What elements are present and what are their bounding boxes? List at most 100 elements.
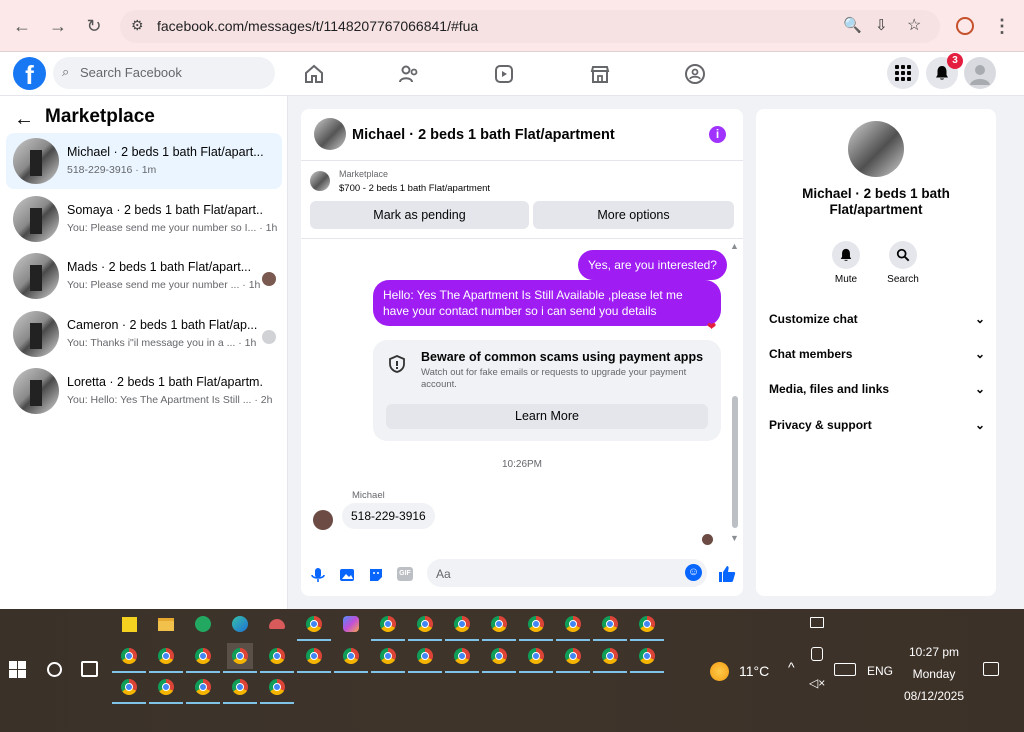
chrome-icon[interactable] [556, 611, 590, 641]
chrome-icon[interactable] [593, 643, 627, 673]
menu-kebab-icon[interactable]: ⋮ [990, 14, 1014, 38]
marketplace-icon[interactable] [588, 62, 612, 86]
reload-icon[interactable]: ↻ [82, 14, 106, 38]
sticker-icon[interactable] [367, 566, 385, 584]
edge-icon[interactable] [227, 611, 253, 637]
zoom-icon[interactable]: 🔍 [843, 16, 862, 34]
chrome-icon[interactable] [297, 643, 331, 673]
conversation-item[interactable]: Somaya · 2 beds 1 bath Flat/apart... You… [6, 191, 282, 247]
groups-icon[interactable] [683, 62, 707, 86]
message-input[interactable]: Aa ☺ [427, 559, 707, 587]
mute-button[interactable]: Mute [821, 241, 871, 285]
search-placeholder: Search Facebook [80, 65, 182, 80]
photo-icon[interactable] [338, 566, 356, 584]
bookmark-star-icon[interactable]: ☆ [907, 15, 921, 35]
volume-muted-icon[interactable]: ◁× [809, 676, 825, 690]
back-icon[interactable]: ← [10, 14, 34, 38]
scroll-up-icon[interactable]: ▲ [730, 241, 739, 251]
chrome-icon[interactable] [112, 674, 146, 704]
chrome-icon[interactable] [371, 643, 405, 673]
network-icon[interactable] [810, 617, 824, 628]
facebook-logo[interactable]: f [13, 57, 46, 90]
conversation-item[interactable]: Michael · 2 beds 1 bath Flat/apart... 51… [6, 133, 282, 189]
chat-thumbnail[interactable] [314, 118, 346, 150]
conversation-item[interactable]: Loretta · 2 beds 1 bath Flat/apartm... Y… [6, 363, 282, 419]
chrome-icon[interactable] [482, 611, 516, 641]
media-files-row[interactable]: Media, files and links ⌄ [769, 382, 985, 404]
chevron-up-icon[interactable]: ^ [788, 659, 795, 675]
chrome-icon[interactable] [445, 611, 479, 641]
heart-reaction-icon[interactable]: ❤ [707, 320, 716, 333]
sender-avatar[interactable] [313, 510, 333, 530]
friends-icon[interactable] [397, 62, 421, 86]
task-view-icon[interactable] [81, 661, 98, 677]
listing-price[interactable]: $700 - 2 beds 1 bath Flat/apartment [339, 183, 490, 194]
sticky-notes-icon[interactable] [116, 611, 142, 637]
site-info-icon[interactable]: ⚙ [131, 17, 144, 34]
install-icon[interactable]: ⇩ [875, 16, 888, 34]
system-clock[interactable]: 10:27 pm Monday 08/12/2025 [880, 641, 988, 707]
chrome-icon[interactable] [334, 643, 368, 673]
scrollbar-thumb[interactable] [732, 396, 738, 528]
home-icon[interactable] [302, 62, 326, 86]
chrome-icon[interactable] [371, 611, 405, 641]
address-bar[interactable]: ⚙ facebook.com/messages/t/11482077670668… [120, 10, 940, 43]
customize-chat-row[interactable]: Customize chat ⌄ [769, 312, 985, 334]
file-explorer-icon[interactable] [153, 611, 179, 637]
chrome-icon[interactable] [630, 643, 664, 673]
chevron-down-icon: ⌄ [974, 347, 985, 361]
conversation-item[interactable]: Mads · 2 beds 1 bath Flat/apart... You: … [6, 248, 282, 304]
account-avatar[interactable] [964, 57, 996, 89]
info-icon[interactable]: i [709, 126, 726, 143]
meet-now-icon[interactable] [811, 647, 823, 661]
panel-title: Marketplace [45, 106, 155, 127]
app-icon[interactable] [190, 611, 216, 637]
chrome-icon[interactable] [630, 611, 664, 641]
privacy-support-row[interactable]: Privacy & support ⌄ [769, 418, 985, 440]
chrome-icon[interactable] [186, 674, 220, 704]
back-arrow-icon[interactable]: ← [14, 108, 34, 131]
chrome-icon[interactable] [482, 643, 516, 673]
more-options-button[interactable]: More options [533, 201, 734, 229]
video-icon[interactable] [492, 62, 516, 86]
weather-temperature[interactable]: 11°C [739, 663, 769, 679]
learn-more-button[interactable]: Learn More [386, 404, 708, 429]
microphone-icon[interactable] [309, 566, 327, 584]
chrome-icon[interactable] [260, 643, 294, 673]
search-box[interactable]: ⌕ Search Facebook [53, 57, 275, 89]
chrome-icon[interactable] [445, 643, 479, 673]
weather-sun-icon[interactable] [710, 662, 729, 681]
app-icon[interactable] [264, 611, 290, 637]
chrome-icon[interactable] [408, 643, 442, 673]
chrome-icon[interactable] [593, 611, 627, 641]
forward-icon[interactable]: → [46, 14, 70, 38]
chat-members-row[interactable]: Chat members ⌄ [769, 347, 985, 369]
chrome-icon[interactable] [223, 674, 257, 704]
chrome-icon[interactable] [186, 643, 220, 673]
search-in-chat-button[interactable]: Search [878, 241, 928, 285]
gif-icon[interactable]: GIF [397, 567, 413, 581]
chrome-icon[interactable] [297, 611, 331, 641]
chrome-icon[interactable] [519, 611, 553, 641]
chrome-icon[interactable] [408, 611, 442, 641]
chrome-icon[interactable] [149, 643, 183, 673]
keyboard-icon[interactable] [834, 663, 856, 676]
cortana-search-icon[interactable] [47, 662, 62, 677]
chrome-icon[interactable] [223, 643, 257, 673]
mark-pending-button[interactable]: Mark as pending [310, 201, 529, 229]
notification-center-icon[interactable] [983, 662, 999, 676]
like-icon[interactable] [717, 564, 737, 584]
scroll-down-icon[interactable]: ▼ [730, 533, 739, 543]
chrome-icon[interactable] [260, 674, 294, 704]
chat-title[interactable]: Michael · 2 beds 1 bath Flat/apartment [352, 127, 615, 143]
chrome-icon[interactable] [556, 643, 590, 673]
chrome-icon[interactable] [519, 643, 553, 673]
chrome-icon[interactable] [149, 674, 183, 704]
chrome-icon[interactable] [112, 643, 146, 673]
profile-icon[interactable] [956, 17, 974, 35]
conversation-item[interactable]: Cameron · 2 beds 1 bath Flat/ap... You: … [6, 306, 282, 362]
copilot-icon[interactable] [338, 611, 364, 637]
windows-start-icon[interactable] [9, 661, 26, 678]
emoji-icon[interactable]: ☺ [685, 564, 702, 581]
menu-grid-icon[interactable] [887, 57, 919, 89]
